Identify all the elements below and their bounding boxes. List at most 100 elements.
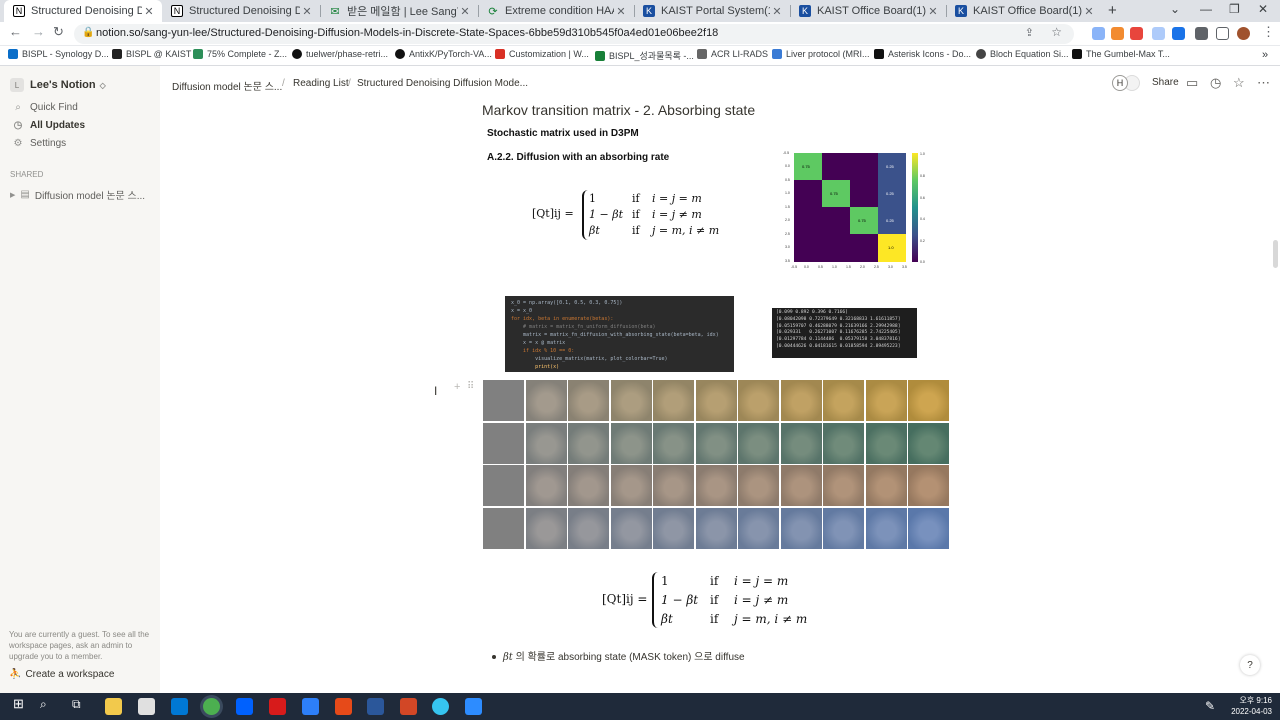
extension-icon[interactable] (1092, 27, 1105, 40)
tab-kaist-portal[interactable]: K KAIST Portal System(1) ✕ (634, 0, 790, 22)
code-line: matrix = matrix_fn_diffusion_with_absorb… (511, 332, 719, 338)
sidebar-item-quick-find[interactable]: ⌕ Quick Find (12, 102, 78, 113)
forward-icon[interactable]: → (32, 24, 45, 39)
bookmark-item[interactable]: 75% Complete - Z... (193, 49, 287, 59)
extension-icon[interactable] (1172, 27, 1185, 40)
avatar[interactable]: H (1112, 75, 1128, 91)
create-workspace-button[interactable]: ⛹ Create a workspace (9, 669, 114, 680)
bookmark-item[interactable]: BISPL_성과물목록 -... (595, 49, 694, 62)
close-icon[interactable]: ✕ (770, 5, 784, 18)
history-icon[interactable]: ◷ (1210, 75, 1221, 91)
breadcrumb-item[interactable]: Diffusion model 논문 스... (172, 78, 282, 93)
back-icon[interactable]: ← (9, 24, 22, 39)
bookmark-item[interactable]: ACR LI-RADS (697, 49, 768, 59)
system-clock[interactable]: 오후 9:16 2022-04-03 (1230, 695, 1272, 717)
tab-search-icon[interactable]: ⌄ (1170, 2, 1180, 16)
extension-icon[interactable] (1130, 27, 1143, 40)
minimize-icon[interactable]: — (1200, 2, 1212, 16)
add-block-icon[interactable]: + (454, 381, 460, 393)
windows-start-icon[interactable]: ⊞ (13, 696, 30, 713)
bookmark-item[interactable]: tuelwer/phase-retri... (292, 49, 388, 59)
app-icon[interactable] (302, 698, 319, 715)
zoom-icon[interactable] (465, 698, 482, 715)
bookmark-label: Customization | W... (509, 49, 589, 59)
text-cursor-icon: I (434, 384, 438, 398)
app-icon[interactable] (335, 698, 352, 715)
share-button[interactable]: Share (1152, 77, 1179, 88)
share-page-icon[interactable]: ⇪ (1025, 26, 1034, 39)
tab-kaist-office-board-2[interactable]: K KAIST Office Board(1) ✕ (946, 0, 1102, 22)
transition-equation: [Qt]ij = 1 if i = j = m 1 − βt if i = j … (532, 190, 732, 240)
tab-kaist-office-board[interactable]: K KAIST Office Board(1) ✕ (790, 0, 946, 22)
drag-handle-icon[interactable]: ⠿ (467, 381, 474, 392)
pen-icon[interactable]: ✎ (1205, 699, 1215, 713)
menu-dots-icon[interactable]: ⋮ (1262, 24, 1275, 40)
x-tick: -0.5 (791, 265, 797, 269)
help-button[interactable]: ? (1240, 655, 1260, 675)
y-tick: 2.0 (785, 218, 790, 222)
kaist-icon: K (643, 5, 655, 17)
docs-icon[interactable] (1152, 27, 1165, 40)
page-scrollbar[interactable] (1273, 240, 1278, 268)
puzzle-icon[interactable] (1195, 27, 1208, 40)
tab-structured-denoising[interactable]: N Structured Denoising Diffusion ✕ (162, 0, 320, 22)
favorite-star-icon[interactable]: ☆ (1233, 75, 1245, 91)
beta-symbol: βt (503, 652, 513, 663)
sidebar-page-diffusion[interactable]: ▶ ▤ Diffusion model 논문 스... (10, 187, 145, 202)
close-icon[interactable]: ✕ (1082, 5, 1096, 18)
file-explorer-icon[interactable] (105, 698, 122, 715)
diffusion-sample-cell (823, 380, 864, 421)
mail-app-icon[interactable] (171, 698, 188, 715)
notion-icon: N (171, 5, 183, 17)
breadcrumb-item[interactable]: Structured Denoising Diffusion Mode... (357, 78, 528, 89)
close-icon[interactable]: ✕ (458, 5, 472, 18)
tab-extreme-condition[interactable]: ⟳ Extreme condition HAADF-STE ✕ (478, 0, 634, 22)
address-bar[interactable]: 🔒 notion.so/sang-yun-lee/Structured-Deno… (74, 24, 1074, 44)
close-icon[interactable]: ✕ (614, 5, 628, 18)
diffusion-sample-cell (780, 422, 822, 464)
bookmark-item[interactable]: Asterisk Icons - Do... (874, 49, 971, 59)
restore-icon[interactable]: ❐ (1229, 2, 1240, 16)
workspace-switcher[interactable]: L Lee's Notion ◇ (10, 78, 106, 92)
sidebar-item-settings[interactable]: ⚙ Settings (12, 138, 67, 149)
breadcrumb-item[interactable]: Reading List (293, 78, 349, 89)
close-icon[interactable]: ✕ (926, 5, 940, 18)
search-icon[interactable]: ⌕ (40, 697, 57, 714)
calculator-icon[interactable] (138, 698, 155, 715)
equation-condition: i = j ≠ m (652, 208, 702, 221)
bookmark-item[interactable]: Liver protocol (MRI... (772, 49, 870, 59)
equation-condition: i = j = m (734, 574, 789, 588)
side-panel-icon[interactable] (1216, 27, 1229, 40)
more-bookmarks-icon[interactable]: » (1262, 49, 1268, 61)
extension-icon[interactable] (1111, 27, 1124, 40)
acrobat-icon[interactable] (269, 698, 286, 715)
window-close-icon[interactable]: ✕ (1258, 2, 1268, 16)
more-options-icon[interactable]: ⋯ (1257, 75, 1270, 91)
chrome-icon[interactable] (203, 698, 220, 715)
bookmark-item[interactable]: BISPL @ KAIST (112, 49, 191, 59)
heatmap-label: 1.0 (888, 245, 894, 250)
slack-icon[interactable] (432, 698, 449, 715)
new-tab-icon[interactable]: + (1108, 2, 1117, 19)
reload-icon[interactable]: ↻ (53, 24, 64, 40)
powerpoint-icon[interactable] (400, 698, 417, 715)
bookmark-item[interactable]: AntixK/PyTorch-VA... (395, 49, 492, 59)
dropbox-icon[interactable] (236, 698, 253, 715)
task-view-icon[interactable]: ⧉ (72, 697, 89, 714)
tab-structured-denoising-active[interactable]: N Structured Denoising Diffusion ✕ (4, 0, 162, 22)
comment-icon[interactable]: ▭ (1186, 75, 1198, 91)
tab-mail[interactable]: ✉ 받은 메일함 | Lee SangYun cor ✕ (320, 0, 478, 22)
bookmark-star-icon[interactable]: ☆ (1051, 25, 1062, 39)
close-icon[interactable]: ✕ (142, 5, 156, 18)
equation-brace (582, 190, 588, 240)
diffusion-sample-cell (865, 422, 907, 464)
bookmark-item[interactable]: The Gumbel-Max T... (1072, 49, 1170, 59)
sidebar-item-all-updates[interactable]: ◷ All Updates (12, 120, 85, 131)
caret-right-icon[interactable]: ▶ (10, 191, 15, 199)
bookmark-item[interactable]: Bloch Equation Si... (976, 49, 1069, 59)
word-icon[interactable] (367, 698, 384, 715)
bookmark-item[interactable]: Customization | W... (495, 49, 589, 59)
profile-avatar-icon[interactable] (1237, 27, 1250, 40)
bookmark-item[interactable]: BISPL - Synology D... (8, 49, 109, 59)
close-icon[interactable]: ✕ (300, 5, 314, 18)
